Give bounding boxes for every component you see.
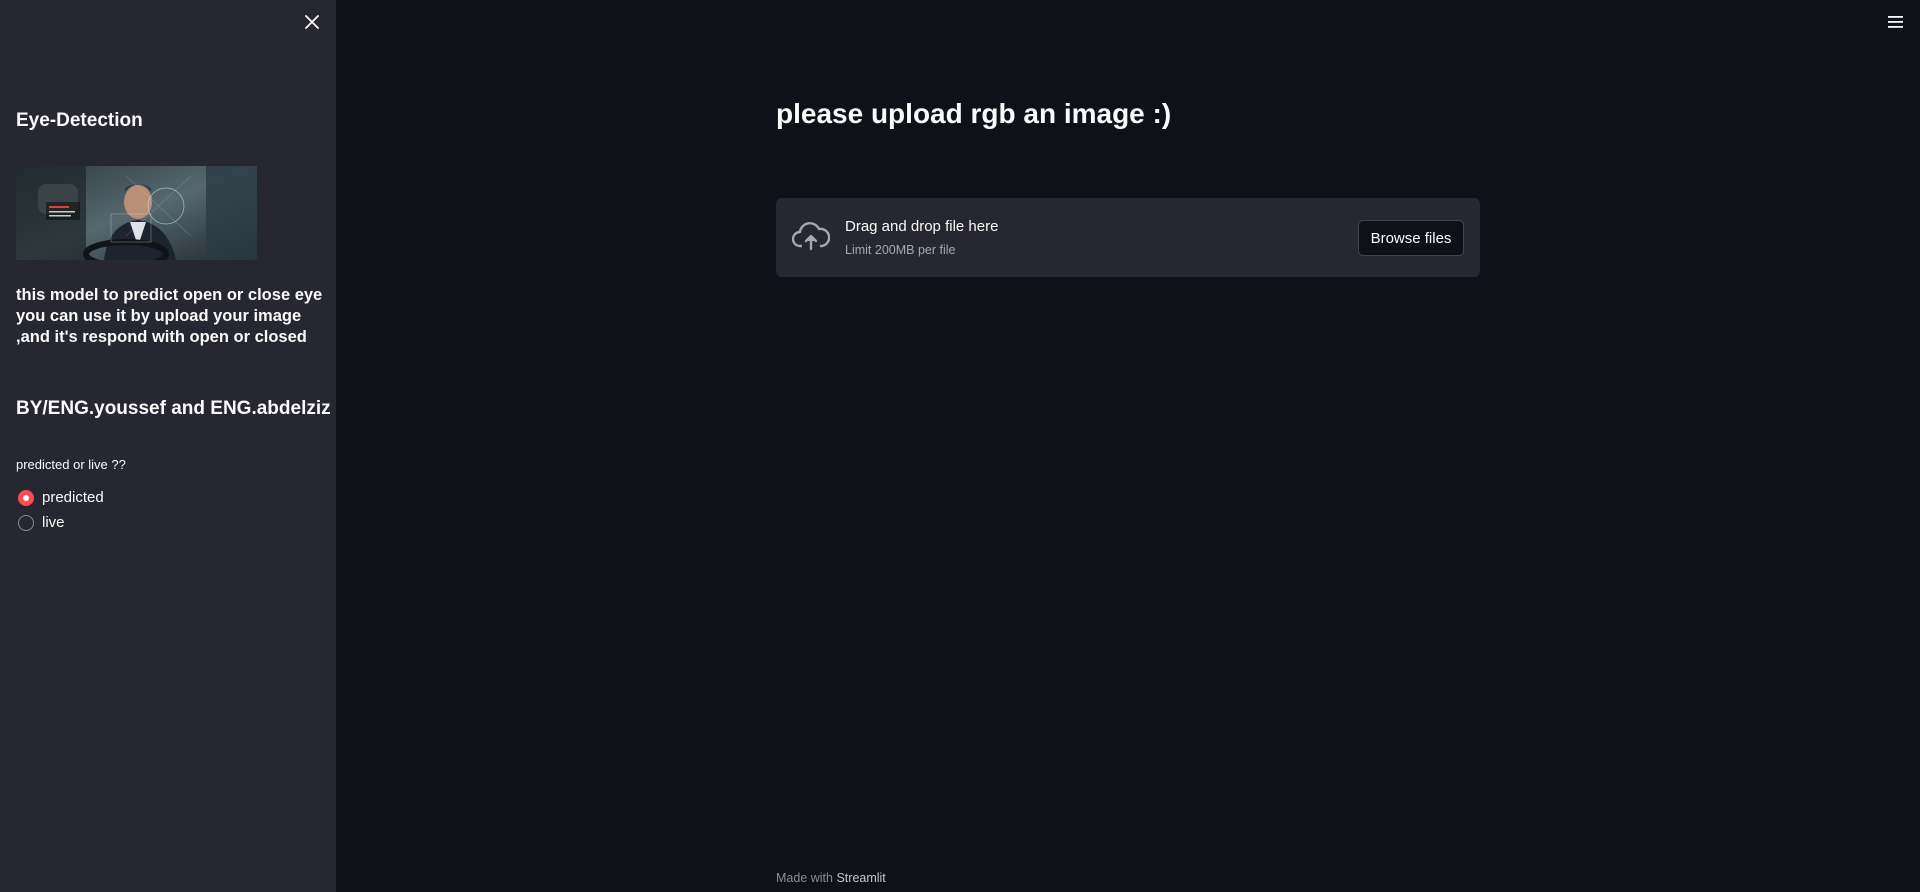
page-title: please upload rgb an image :): [776, 98, 1172, 129]
radio-option-label: predicted: [42, 489, 104, 506]
description-line: ,and it's respond with open or closed: [16, 328, 307, 346]
upload-size-limit: Limit 200MB per file: [845, 243, 956, 257]
close-icon: [305, 15, 319, 29]
sidebar: Eye-Detection this model to predict open…: [0, 0, 336, 892]
footer-prefix: Made with: [776, 871, 833, 885]
sidebar-title: Eye-Detection: [16, 110, 143, 131]
description-line: you can use it by upload your image: [16, 307, 302, 325]
author-heading: BY/ENG.youssef and ENG.abdelziz: [16, 398, 331, 419]
hamburger-menu-icon: [1888, 16, 1903, 28]
radio-unchecked-icon[interactable]: [18, 514, 34, 531]
mode-radio-label: predicted or live ??: [16, 457, 126, 472]
sidebar-close-button[interactable]: [300, 10, 324, 34]
radio-option-live[interactable]: live: [18, 514, 65, 531]
driver-in-car-image: [16, 166, 257, 260]
browse-files-button[interactable]: Browse files: [1358, 220, 1464, 256]
radio-option-predicted[interactable]: predicted: [18, 489, 104, 506]
description-line: this model to predict open or close eye: [16, 286, 323, 304]
radio-checked-icon[interactable]: [18, 489, 34, 506]
streamlit-link[interactable]: Streamlit: [836, 871, 885, 885]
app-root: Eye-Detection this model to predict open…: [0, 0, 1920, 892]
sidebar-description: this model to predict open or close eye …: [16, 285, 323, 348]
upload-instructions: Drag and drop file here: [845, 218, 999, 235]
main-menu-button[interactable]: [1886, 12, 1906, 32]
radio-option-label: live: [42, 514, 65, 531]
footer: Made with Streamlit: [776, 871, 886, 885]
cloud-upload-icon: [792, 222, 830, 251]
file-uploader-dropzone[interactable]: Drag and drop file here Limit 200MB per …: [776, 198, 1480, 277]
